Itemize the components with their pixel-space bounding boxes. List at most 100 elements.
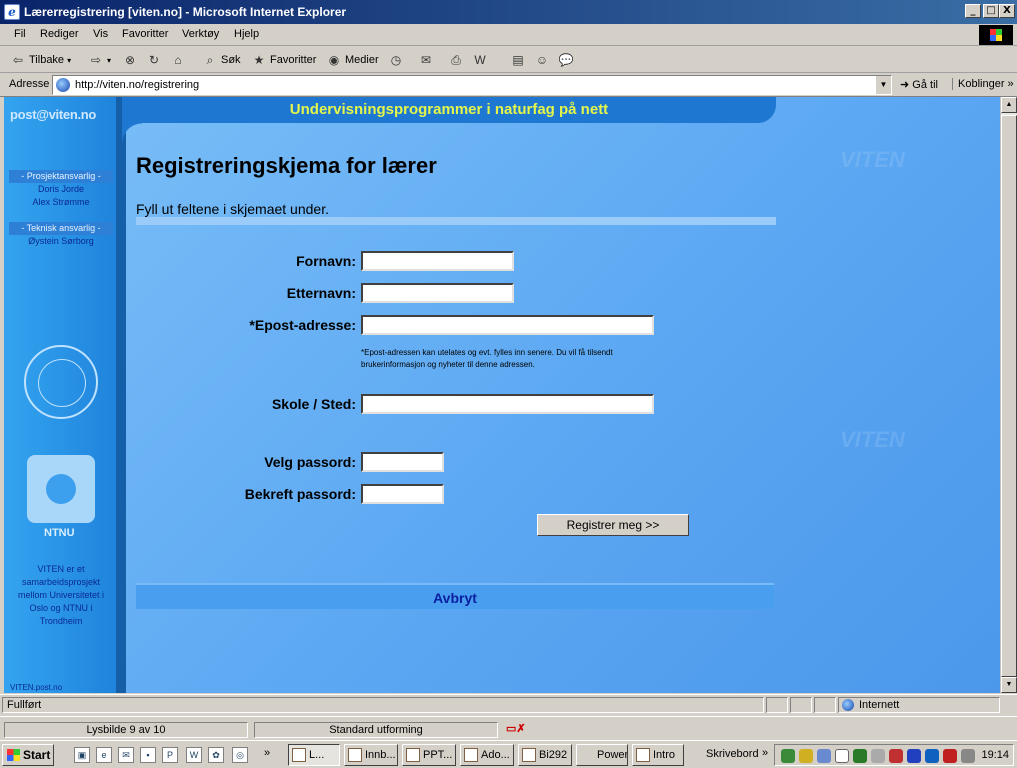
- title-bar[interactable]: e Lærerregistrering [viten.no] - Microso…: [0, 0, 1017, 24]
- vertical-scrollbar[interactable]: ▲ ▼: [1000, 97, 1017, 693]
- chevron-down-icon: ▾: [107, 55, 112, 65]
- address-input[interactable]: http://viten.no/registrering ▼: [52, 75, 892, 95]
- messenger-button[interactable]: ☺: [534, 51, 550, 69]
- scrollbar-thumb[interactable]: [1001, 115, 1017, 677]
- app-icon[interactable]: ✿: [208, 747, 224, 763]
- clock[interactable]: 19:14: [981, 749, 1009, 761]
- menu-file[interactable]: Fil: [14, 28, 26, 40]
- tech-name-link[interactable]: Øystein Sørborg: [9, 235, 113, 248]
- taskbar-item[interactable]: PowerP...: [576, 744, 628, 766]
- go-arrow-icon: ➜: [900, 79, 910, 91]
- page-title: Registreringskjema for lærer: [136, 153, 437, 178]
- status-cell: [790, 697, 812, 713]
- last-name-input[interactable]: [361, 283, 514, 303]
- home-button[interactable]: ⌂: [170, 51, 186, 69]
- outlook-icon[interactable]: ✉: [118, 747, 134, 763]
- taskbar-item[interactable]: Intro: [632, 744, 684, 766]
- zone-cell: Internett: [838, 697, 1000, 713]
- mail-logo[interactable]: post@viten.no: [10, 107, 96, 122]
- menu-tools[interactable]: Verktøy: [182, 28, 219, 40]
- tray-icon[interactable]: [925, 749, 939, 763]
- edit-button[interactable]: W: [472, 51, 488, 69]
- status-text-cell: Fullført: [2, 697, 764, 713]
- confirm-password-input[interactable]: [361, 484, 444, 504]
- uio-seal-logo[interactable]: [24, 345, 98, 419]
- home-icon: ⌂: [174, 53, 182, 67]
- page-icon: [56, 78, 70, 92]
- chat-button[interactable]: 💬: [558, 51, 574, 69]
- app-icon[interactable]: ▪: [140, 747, 156, 763]
- register-button[interactable]: Registrer meg >>: [537, 514, 689, 536]
- password-label: Velg passord:: [264, 454, 356, 470]
- password-input[interactable]: [361, 452, 444, 472]
- desktop-icon[interactable]: ▣: [74, 747, 90, 763]
- taskbar-item[interactable]: PPT...: [402, 744, 456, 766]
- project-contact: - Prosjektansvarlig - Doris Jorde Alex S…: [9, 170, 113, 209]
- tray-icon[interactable]: [871, 749, 885, 763]
- tray-icon[interactable]: [943, 749, 957, 763]
- spellcheck-icon[interactable]: ▭✗: [506, 722, 526, 735]
- menu-help[interactable]: Hjelp: [234, 28, 259, 40]
- cancel-link[interactable]: Avbryt: [136, 590, 774, 606]
- discuss-button[interactable]: ▤: [510, 51, 526, 69]
- project-name-link[interactable]: Alex Strømme: [9, 196, 113, 209]
- search-button[interactable]: ⌕ Søk: [202, 51, 241, 69]
- refresh-button[interactable]: ↻: [146, 51, 162, 69]
- acrobat-icon: [464, 748, 478, 762]
- status-text: Fullført: [7, 699, 42, 711]
- project-name-link[interactable]: Doris Jorde: [9, 183, 113, 196]
- links-button[interactable]: Koblinger »: [952, 78, 1014, 90]
- tray-icon[interactable]: [889, 749, 903, 763]
- address-bar: Adresse http://viten.no/registrering ▼ ➜…: [0, 73, 1017, 97]
- maximize-button[interactable]: □: [983, 4, 999, 18]
- close-button[interactable]: X: [999, 4, 1015, 18]
- tray-icon[interactable]: [817, 749, 831, 763]
- first-name-input[interactable]: [361, 251, 514, 271]
- forward-button[interactable]: ⇨ ▾: [88, 51, 111, 69]
- chevron-right-icon[interactable]: »: [762, 747, 768, 759]
- print-button[interactable]: ⎙: [448, 51, 464, 69]
- app-icon[interactable]: ◎: [232, 747, 248, 763]
- address-label: Adresse: [9, 78, 50, 90]
- back-button[interactable]: ⇦ Tilbake ▾: [10, 51, 71, 69]
- minimize-button[interactable]: _: [965, 4, 981, 18]
- chevron-right-icon[interactable]: »: [264, 747, 270, 759]
- ntnu-logo[interactable]: [27, 455, 95, 523]
- go-button[interactable]: ➜ Gå til: [900, 78, 938, 91]
- email-input[interactable]: [361, 315, 654, 335]
- ie-quicklaunch-icon[interactable]: e: [96, 747, 112, 763]
- sidebar-edge: [116, 97, 126, 693]
- taskbar-item[interactable]: Innb...: [344, 744, 398, 766]
- school-input[interactable]: [361, 394, 654, 414]
- taskbar-item[interactable]: Bi292: [518, 744, 572, 766]
- start-button[interactable]: Start: [2, 744, 54, 766]
- scroll-up-icon[interactable]: ▲: [1001, 97, 1017, 113]
- tray-icon[interactable]: [853, 749, 867, 763]
- tray-icon[interactable]: [835, 749, 849, 763]
- chevron-down-icon[interactable]: ▼: [875, 76, 891, 94]
- tray-icon[interactable]: [907, 749, 921, 763]
- tray-icon[interactable]: [781, 749, 795, 763]
- powerpoint-icon[interactable]: P: [162, 747, 178, 763]
- word-icon[interactable]: W: [186, 747, 202, 763]
- tech-contact: - Teknisk ansvarlig - Øystein Sørborg: [9, 222, 113, 248]
- desktop-toolbar-label[interactable]: Skrivebord: [706, 748, 759, 760]
- zone-text: Internett: [859, 699, 900, 711]
- menu-favorites[interactable]: Favoritter: [122, 28, 168, 40]
- tray-icon[interactable]: [799, 749, 813, 763]
- powerpoint-icon: [406, 748, 420, 762]
- taskbar-item[interactable]: Ado...: [460, 744, 514, 766]
- taskbar-item[interactable]: L...: [288, 744, 340, 766]
- email-label: *Epost-adresse:: [249, 317, 356, 333]
- menu-view[interactable]: Vis: [93, 28, 108, 40]
- scroll-down-icon[interactable]: ▼: [1001, 677, 1017, 693]
- mail-button[interactable]: ✉: [418, 51, 434, 69]
- history-button[interactable]: ◷: [388, 51, 404, 69]
- windows-logo-icon: [979, 25, 1013, 45]
- stop-button[interactable]: ⊗: [122, 51, 138, 69]
- favorites-button[interactable]: ★ Favoritter: [251, 51, 317, 69]
- menu-edit[interactable]: Rediger: [40, 28, 79, 40]
- chevron-down-icon: ▾: [67, 55, 72, 65]
- tray-icon[interactable]: [961, 749, 975, 763]
- media-button[interactable]: ◉ Medier: [326, 51, 379, 69]
